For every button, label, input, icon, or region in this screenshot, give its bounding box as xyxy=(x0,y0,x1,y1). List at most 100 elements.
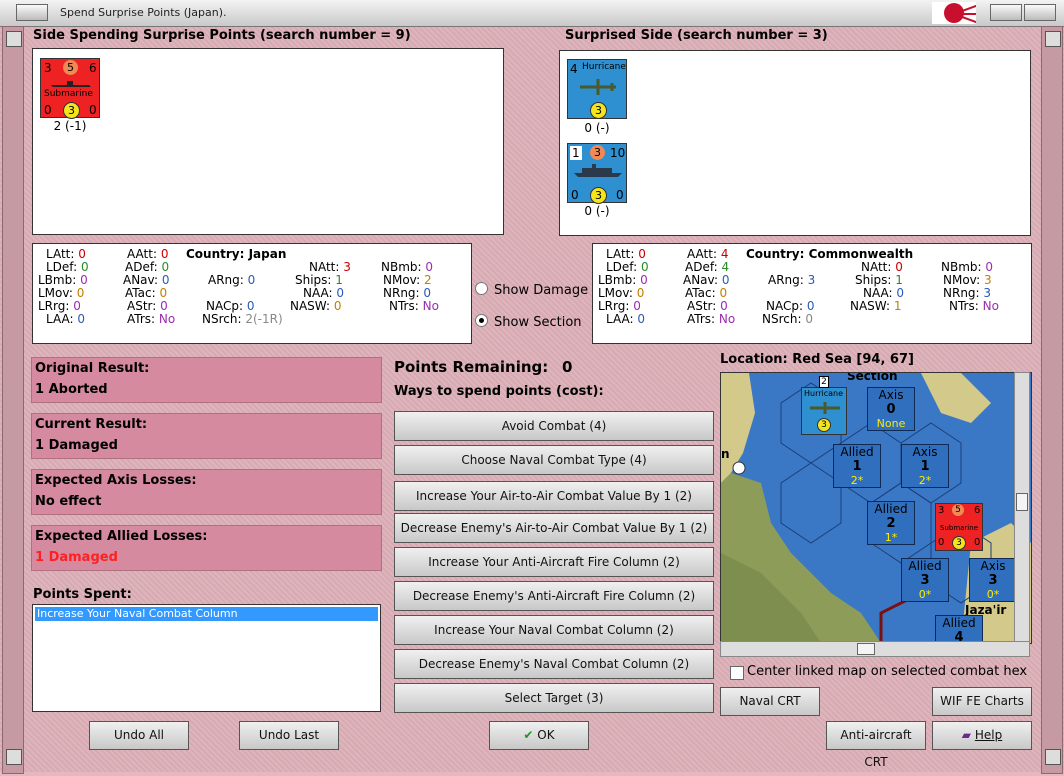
naval-crt-button[interactable]: Naval CRT xyxy=(720,687,820,716)
map-box-axis: Axis 3 0* xyxy=(969,558,1017,602)
stat-label: NAtt: xyxy=(861,260,892,274)
stat-value: 0 xyxy=(423,286,432,300)
combat-map[interactable]: Section n Hurricane 3 2 Axis 0 None Allied… xyxy=(720,372,1032,644)
stat-label: ATrs: xyxy=(687,312,716,326)
increase-naval-combat-button[interactable]: Increase Your Naval Combat Column (2) xyxy=(394,615,714,645)
map-box-axis: Axis 1 2* xyxy=(901,444,949,488)
stat-label: NAA: xyxy=(303,286,333,300)
stat-label: NSrch: xyxy=(762,312,802,326)
stack-count-badge: 2 xyxy=(819,376,829,388)
stat-label: ANav: xyxy=(683,273,719,287)
stat-label: ADef: xyxy=(125,260,158,274)
stat-value: 0 xyxy=(638,247,646,261)
rail-button[interactable] xyxy=(6,749,22,765)
allied-losses-label: Expected Allied Losses: xyxy=(35,529,208,544)
stat-label: AStr: xyxy=(687,299,717,313)
submarine-counter[interactable]: 3 5 6 Submarine 0 3 0 xyxy=(40,58,100,119)
scroll-thumb[interactable] xyxy=(1016,493,1028,511)
counter-value: 0 xyxy=(938,537,945,548)
ships-counter[interactable]: 1 3 10 0 3 0 xyxy=(567,143,627,204)
maximize-button[interactable] xyxy=(1024,4,1056,21)
counter-value: 5 xyxy=(63,60,78,75)
stat-label: NBmb: xyxy=(941,260,982,274)
show-damage-option[interactable]: Show Damage xyxy=(475,282,588,298)
radio-icon[interactable] xyxy=(475,282,488,295)
checkmark-icon: ✔ xyxy=(523,728,534,742)
counter-name: Submarine xyxy=(44,89,93,99)
stat-label: LBmb: xyxy=(598,273,637,287)
decrease-enemy-air-to-air-button[interactable]: Decrease Enemy's Air-to-Air Combat Value… xyxy=(394,513,714,543)
stat-label: Ships: xyxy=(295,273,332,287)
stat-label: NRng: xyxy=(383,286,420,300)
counter-value: 0 xyxy=(616,188,624,202)
choose-naval-combat-type-button[interactable]: Choose Naval Combat Type (4) xyxy=(394,445,714,475)
original-result-value: 1 Aborted xyxy=(35,382,108,397)
country-label: Country: Commonwealth xyxy=(746,247,914,261)
surprised-units-pane[interactable]: 4 Hurricane 3 0 (-) 1 3 10 0 3 0 0 (-) xyxy=(559,50,1031,236)
center-map-checkbox[interactable] xyxy=(730,666,744,680)
stat-label: LRrg: xyxy=(598,299,630,313)
anti-aircraft-crt-button[interactable]: Anti-aircraft CRT xyxy=(826,721,926,769)
avoid-combat-button[interactable]: Avoid Combat (4) xyxy=(394,411,714,441)
points-spent-list[interactable]: Increase Your Naval Combat Column xyxy=(32,604,381,712)
unit-caption: 0 (-) xyxy=(584,121,610,135)
map-vertical-scrollbar[interactable] xyxy=(1014,372,1030,642)
stat-label: LRrg: xyxy=(38,299,70,313)
stat-label: AAtt: xyxy=(127,247,157,261)
map-submarine-counter[interactable]: 3 5 6 Submarine 0 3 0 xyxy=(935,503,983,551)
stat-value: 0 xyxy=(720,299,728,313)
spending-units-pane[interactable]: 3 5 6 Submarine 0 3 0 2 (-1) xyxy=(32,48,504,235)
stat-label: ATac: xyxy=(125,286,156,300)
stat-label: ARng: xyxy=(208,273,244,287)
center-map-label: Center linked map on selected combat hex xyxy=(747,664,1028,679)
stat-value: 0 xyxy=(77,312,86,326)
counter-value: 3 xyxy=(817,418,831,432)
stat-label: ARng: xyxy=(768,273,804,287)
increase-anti-aircraft-button[interactable]: Increase Your Anti-Aircraft Fire Column … xyxy=(394,547,714,577)
spending-side-header: Side Spending Surprise Points (search nu… xyxy=(33,28,411,43)
counter-value: 6 xyxy=(974,505,981,516)
select-target-button[interactable]: Select Target (3) xyxy=(394,683,714,713)
decrease-enemy-naval-combat-button[interactable]: Decrease Enemy's Naval Combat Column (2) xyxy=(394,649,714,679)
stat-value: No xyxy=(158,312,176,326)
stat-value: No xyxy=(422,299,439,313)
undo-all-button[interactable]: Undo All xyxy=(89,721,189,750)
hurricane-counter[interactable]: 4 Hurricane 3 xyxy=(567,59,627,119)
stat-label: NAtt: xyxy=(309,260,340,274)
increase-air-to-air-button[interactable]: Increase Your Air-to-Air Combat Value By… xyxy=(394,481,714,511)
stat-value: 0 xyxy=(333,299,342,313)
points-remaining-value: 0 xyxy=(562,358,573,376)
rail-button[interactable] xyxy=(1045,31,1061,47)
decrease-enemy-anti-aircraft-button[interactable]: Decrease Enemy's Anti-Aircraft Fire Colu… xyxy=(394,581,714,611)
show-section-option[interactable]: Show Section xyxy=(475,314,582,330)
map-horizontal-scrollbar[interactable] xyxy=(720,641,1030,657)
list-item-selected[interactable]: Increase Your Naval Combat Column xyxy=(35,607,378,621)
stat-label: NRng: xyxy=(943,286,980,300)
spending-stats-panel: LAtt: 0 LDef: 0 LBmb: 0 LMov: 0 LRrg: 0 … xyxy=(32,243,472,344)
window-menu-button[interactable] xyxy=(16,4,48,21)
current-result-box: Current Result: 1 Damaged xyxy=(31,413,382,459)
rail-button[interactable] xyxy=(1045,749,1061,765)
stat-value: 0 xyxy=(719,286,728,300)
stat-value: No xyxy=(718,312,736,326)
aircraft-icon xyxy=(580,79,616,95)
stat-value: 0 xyxy=(640,260,649,274)
minimize-button[interactable] xyxy=(990,4,1022,21)
undo-last-button[interactable]: Undo Last xyxy=(239,721,339,750)
surprised-side-header: Surprised Side (search number = 3) xyxy=(565,28,828,43)
stat-label: NBmb: xyxy=(381,260,422,274)
aircraft-icon xyxy=(810,402,840,414)
map-hurricane-counter[interactable]: Hurricane 3 xyxy=(801,387,847,435)
current-result-value: 1 Damaged xyxy=(35,438,118,453)
help-button[interactable]: ▰ Help xyxy=(932,721,1032,750)
radio-selected-icon[interactable] xyxy=(475,314,488,327)
scroll-thumb[interactable] xyxy=(857,643,875,655)
stat-label: LMov: xyxy=(598,286,633,300)
counter-value: 3 xyxy=(590,187,607,204)
wif-fe-charts-button[interactable]: WIF FE Charts xyxy=(932,687,1032,716)
stat-label: LDef: xyxy=(606,260,638,274)
ok-button[interactable]: ✔ OK xyxy=(489,721,589,750)
rail-button[interactable] xyxy=(6,31,22,47)
allied-losses-box: Expected Allied Losses: 1 Damaged xyxy=(31,525,382,571)
stat-label: AStr: xyxy=(127,299,157,313)
